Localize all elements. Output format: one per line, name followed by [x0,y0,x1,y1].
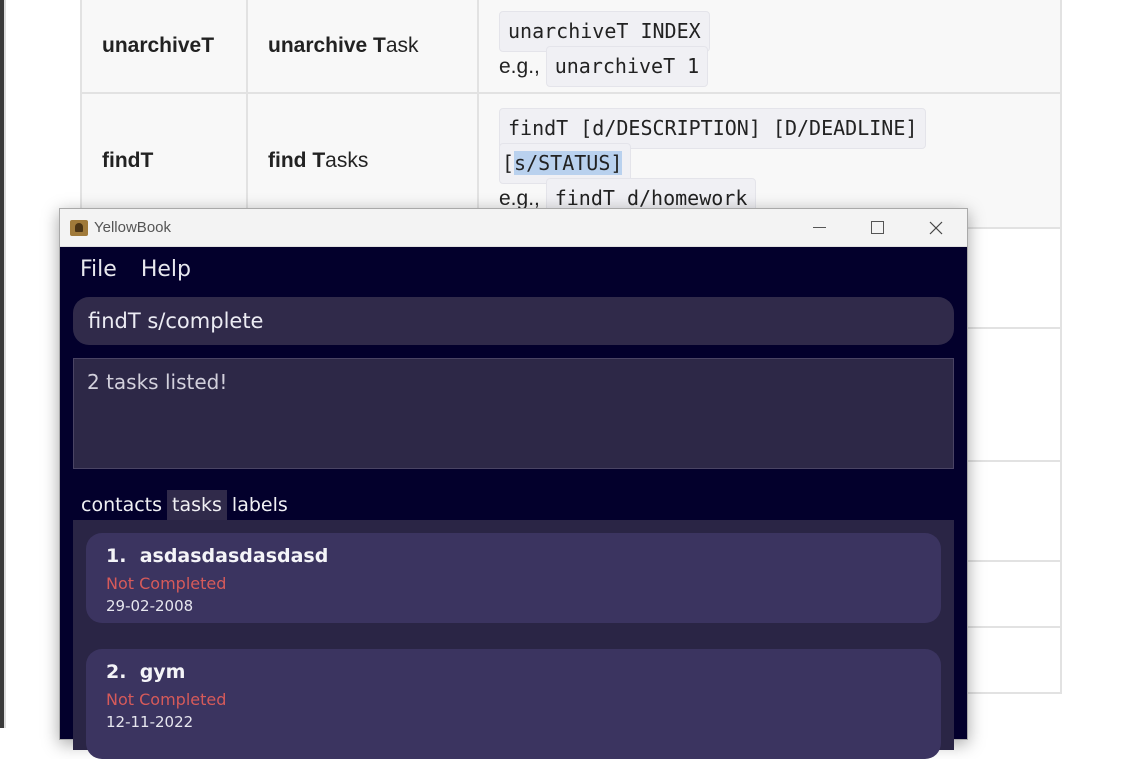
menu-help[interactable]: Help [141,257,191,282]
task-title: 2. gym [106,661,185,683]
task-status: Not Completed [106,690,227,709]
title-bar[interactable]: YellowBook [60,209,967,247]
format-line: findT [d/DESCRIPTION] [D/DEADLINE] [499,108,1059,149]
action-rest: asks [325,148,369,172]
task-card[interactable]: 2. gym Not Completed 12-11-2022 [86,649,941,759]
table-row: unarchiveT unarchive Task unarchiveT IND… [80,0,1062,94]
window-title: YellowBook [94,219,171,236]
app-window: YellowBook File Help findT s/complete 2 … [59,208,968,759]
maximize-icon [870,221,884,234]
example-prefix: e.g., [499,55,540,78]
close-button[interactable] [913,209,959,246]
close-icon [929,221,943,234]
maximize-button[interactable] [854,209,900,246]
task-index: 2. [106,661,127,683]
menu-bar: File Help [60,247,967,291]
action-cell: unarchive Task [246,0,479,94]
command-input-value: findT s/complete [88,309,264,333]
format-bracket: [ [502,151,515,175]
task-list[interactable]: 1. asdasdasdasdasd Not Completed 29-02-2… [73,520,954,759]
task-deadline: 12-11-2022 [106,713,194,731]
example-code: unarchiveT 1 [545,46,709,87]
menu-file[interactable]: File [80,257,117,282]
command-cell: unarchiveT [80,0,248,94]
result-display[interactable]: 2 tasks listed! [73,358,954,469]
action-bold: find T [268,148,326,172]
selected-text: s/STATUS] [514,151,623,175]
result-message: 2 tasks listed! [87,370,228,394]
background-window-border [4,0,6,728]
minimize-icon [812,227,826,228]
format-cell: unarchiveT INDEX e.g., unarchiveT 1 [477,0,1062,94]
tab-labels[interactable]: labels [227,490,293,520]
task-name: asdasdasdasdasd [139,545,329,567]
command-input[interactable]: findT s/complete [73,297,954,345]
task-status: Not Completed [106,574,227,593]
task-card[interactable]: 1. asdasdasdasdasd Not Completed 29-02-2… [86,533,941,623]
format-line: unarchiveT INDEX [499,11,1059,52]
task-deadline: 29-02-2008 [106,597,194,615]
task-index: 1. [106,545,127,567]
action-bold: unarchive T [268,34,386,57]
tab-bar: contacts tasks labels [81,490,293,520]
task-name: gym [139,661,186,683]
app-icon [70,219,88,236]
example-line: e.g., unarchiveT 1 [499,46,1059,87]
tab-tasks[interactable]: tasks [167,490,227,520]
example-prefix: e.g., [499,187,540,210]
minimize-button[interactable] [796,209,842,246]
tab-contacts[interactable]: contacts [81,490,167,520]
task-title: 1. asdasdasdasdasd [106,545,328,567]
action-rest: ask [385,34,419,57]
